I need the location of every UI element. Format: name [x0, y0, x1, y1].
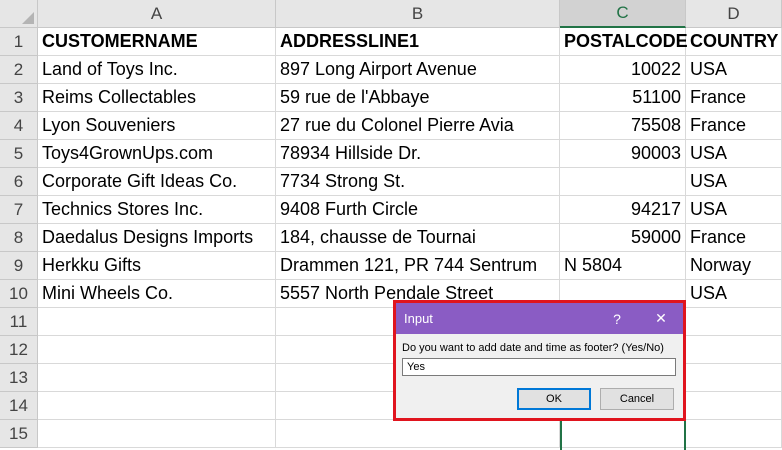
- row-header-9[interactable]: 9: [0, 252, 38, 280]
- row-header-7[interactable]: 7: [0, 196, 38, 224]
- row-header-4[interactable]: 4: [0, 112, 38, 140]
- row-header-11[interactable]: 11: [0, 308, 38, 336]
- cell-d11[interactable]: [686, 308, 782, 336]
- column-header-a[interactable]: A: [38, 0, 276, 28]
- cell-a6[interactable]: Corporate Gift Ideas Co.: [38, 168, 276, 196]
- cell-a15[interactable]: [38, 420, 276, 448]
- row-header-8[interactable]: 8: [0, 224, 38, 252]
- cell-b1[interactable]: ADDRESSLINE1: [276, 28, 560, 56]
- column-header-c[interactable]: C: [560, 0, 686, 28]
- close-icon[interactable]: ✕: [639, 310, 683, 327]
- cell-c4[interactable]: 75508: [560, 112, 686, 140]
- cell-d15[interactable]: [686, 420, 782, 448]
- cell-b2[interactable]: 897 Long Airport Avenue: [276, 56, 560, 84]
- cell-c1[interactable]: POSTALCODE: [560, 28, 688, 56]
- cell-d8[interactable]: France: [686, 224, 782, 252]
- row-header-13[interactable]: 13: [0, 364, 38, 392]
- cell-c3[interactable]: 51100: [560, 84, 686, 112]
- cell-a5[interactable]: Toys4GrownUps.com: [38, 140, 276, 168]
- row-header-6[interactable]: 6: [0, 168, 38, 196]
- cell-d14[interactable]: [686, 392, 782, 420]
- row-header-3[interactable]: 3: [0, 84, 38, 112]
- cell-a13[interactable]: [38, 364, 276, 392]
- cell-d7[interactable]: USA: [686, 196, 782, 224]
- row-header-14[interactable]: 14: [0, 392, 38, 420]
- cell-a9[interactable]: Herkku Gifts: [38, 252, 276, 280]
- cell-a4[interactable]: Lyon Souveniers: [38, 112, 276, 140]
- dialog-input-field[interactable]: [402, 358, 676, 376]
- cell-c5[interactable]: 90003: [560, 140, 686, 168]
- cell-a1[interactable]: CUSTOMERNAME: [38, 28, 276, 56]
- cell-d10[interactable]: USA: [686, 280, 782, 308]
- cell-d9[interactable]: Norway: [686, 252, 782, 280]
- column-header-b[interactable]: B: [276, 0, 560, 28]
- cell-d12[interactable]: [686, 336, 782, 364]
- row-header-1[interactable]: 1: [0, 28, 38, 56]
- cell-a3[interactable]: Reims Collectables: [38, 84, 276, 112]
- cell-c2[interactable]: 10022: [560, 56, 686, 84]
- dialog-title: Input: [404, 311, 433, 326]
- row-header-15[interactable]: 15: [0, 420, 38, 448]
- cell-b7[interactable]: 9408 Furth Circle: [276, 196, 560, 224]
- cell-a11[interactable]: [38, 308, 276, 336]
- cell-d4[interactable]: France: [686, 112, 782, 140]
- cell-d6[interactable]: USA: [686, 168, 782, 196]
- cell-d2[interactable]: USA: [686, 56, 782, 84]
- cell-d1[interactable]: COUNTRY: [686, 28, 782, 56]
- cell-c8[interactable]: 59000: [560, 224, 686, 252]
- cell-a7[interactable]: Technics Stores Inc.: [38, 196, 276, 224]
- row-header-10[interactable]: 10: [0, 280, 38, 308]
- cell-b4[interactable]: 27 rue du Colonel Pierre Avia: [276, 112, 560, 140]
- cell-d5[interactable]: USA: [686, 140, 782, 168]
- ok-button[interactable]: OK: [517, 388, 591, 410]
- row-header-12[interactable]: 12: [0, 336, 38, 364]
- cell-b8[interactable]: 184, chausse de Tournai: [276, 224, 560, 252]
- cell-c7[interactable]: 94217: [560, 196, 686, 224]
- cell-c9[interactable]: N 5804: [560, 252, 686, 280]
- cell-b15[interactable]: [276, 420, 560, 448]
- cancel-button[interactable]: Cancel: [600, 388, 674, 410]
- cell-a10[interactable]: Mini Wheels Co.: [38, 280, 276, 308]
- column-header-d[interactable]: D: [686, 0, 782, 28]
- cell-c6[interactable]: [560, 168, 686, 196]
- cell-a14[interactable]: [38, 392, 276, 420]
- cell-a12[interactable]: [38, 336, 276, 364]
- cell-d13[interactable]: [686, 364, 782, 392]
- cell-d3[interactable]: France: [686, 84, 782, 112]
- row-header-2[interactable]: 2: [0, 56, 38, 84]
- dialog-title-bar[interactable]: Input ? ✕: [396, 303, 683, 334]
- input-dialog: Input ? ✕ Do you want to add date and ti…: [393, 300, 686, 421]
- cell-b9[interactable]: Drammen 121, PR 744 Sentrum: [276, 252, 560, 280]
- help-icon[interactable]: ?: [595, 311, 639, 327]
- cell-a8[interactable]: Daedalus Designs Imports: [38, 224, 276, 252]
- dialog-prompt: Do you want to add date and time as foot…: [402, 342, 664, 354]
- select-all-corner[interactable]: [0, 0, 38, 28]
- cell-b6[interactable]: 7734 Strong St.: [276, 168, 560, 196]
- cell-b3[interactable]: 59 rue de l'Abbaye: [276, 84, 560, 112]
- cell-a2[interactable]: Land of Toys Inc.: [38, 56, 276, 84]
- cell-b5[interactable]: 78934 Hillside Dr.: [276, 140, 560, 168]
- row-header-5[interactable]: 5: [0, 140, 38, 168]
